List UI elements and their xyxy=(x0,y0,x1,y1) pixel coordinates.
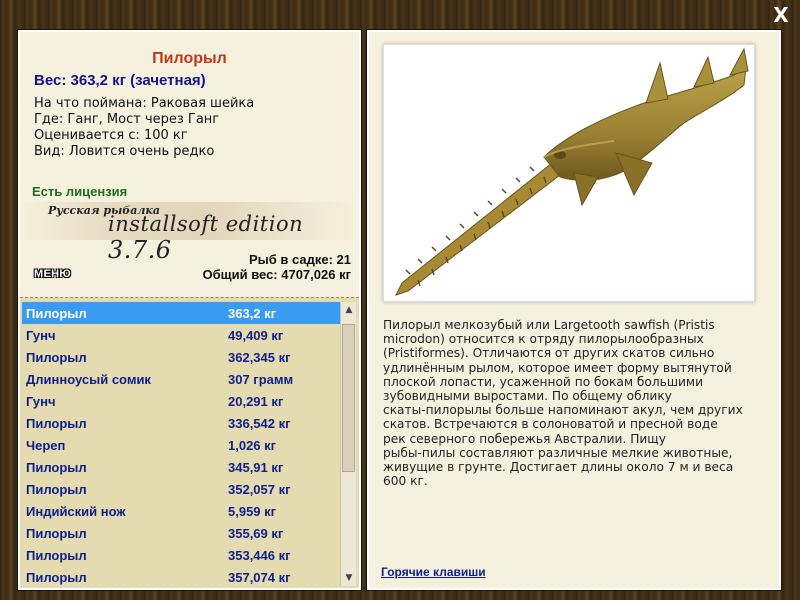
catch-row-name: Индийский нож xyxy=(26,504,126,519)
bait-info: На что поймана: Раковая шейка xyxy=(34,96,255,111)
description-line: microdon) относится к отряду пилорылообр… xyxy=(383,332,704,347)
fish-title: Пилорыл xyxy=(152,50,227,67)
catch-row[interactable]: Пилорыл 345,91 кг xyxy=(22,456,342,478)
description-line: (Pristiformes). Отличаются от других ска… xyxy=(383,346,715,361)
catch-row[interactable]: Гунч 49,409 кг xyxy=(22,324,342,346)
catch-row[interactable]: Череп 1,026 кг xyxy=(22,434,342,456)
description-line: рек северного побережья Австралии. Пищу xyxy=(383,431,666,446)
catch-row-weight: 1,026 кг xyxy=(228,438,277,453)
description-line: удлинённым рылом, которое имеет форму вы… xyxy=(383,360,732,375)
catch-row-name: Пилорыл xyxy=(26,526,87,541)
list-scrollbar[interactable]: ▲ ▼ xyxy=(340,302,356,586)
catch-row[interactable]: Пилорыл 352,057 кг xyxy=(22,478,342,500)
banner-version: 3.7.6 xyxy=(108,236,172,264)
catch-row-weight: 20,291 кг xyxy=(228,394,284,409)
description-line: 600 кг. xyxy=(383,474,428,489)
close-button[interactable]: X xyxy=(770,4,792,26)
catch-row-weight: 363,2 кг xyxy=(228,306,277,321)
location-info: Где: Ганг, Мост через Ганг xyxy=(34,112,220,127)
hotkeys-link[interactable]: Горячие клавиши xyxy=(381,565,486,579)
fish-image xyxy=(383,44,755,302)
rarity-info: Вид: Ловится очень редко xyxy=(34,144,215,159)
description-line: живущие в грунте. Достигает длины около … xyxy=(383,460,734,475)
catch-row[interactable]: Пилорыл 355,69 кг xyxy=(22,522,342,544)
catch-row-weight: 345,91 кг xyxy=(228,460,284,475)
catch-info-panel: Пилорыл Вес: 363,2 кг (зачетная) На что … xyxy=(18,30,361,590)
valued-info: Оценивается с: 100 кг xyxy=(34,128,188,143)
catch-row-weight: 5,959 кг xyxy=(228,504,277,519)
catch-row-name: Пилорыл xyxy=(26,416,87,431)
catch-row-weight: 353,446 кг xyxy=(228,548,291,563)
catch-row[interactable]: Гунч 20,291 кг xyxy=(22,390,342,412)
banner-edition-text: installsoft edition xyxy=(108,212,304,236)
scroll-thumb[interactable] xyxy=(342,324,355,472)
catch-row-name: Гунч xyxy=(26,328,56,343)
catch-row[interactable]: Пилорыл 362,345 кг xyxy=(22,346,342,368)
catch-row[interactable]: Индийский нож 5,959 кг xyxy=(22,500,342,522)
catch-row[interactable]: Пилорыл 353,446 кг xyxy=(22,544,342,566)
description-line: Пилорыл мелкозубый или Largetooth sawfis… xyxy=(383,318,715,332)
catch-row[interactable]: Пилорыл 336,542 кг xyxy=(22,412,342,434)
catch-row[interactable]: Пилорыл 357,074 кг xyxy=(22,566,342,588)
list-divider xyxy=(20,297,359,300)
catch-row-name: Череп xyxy=(26,438,66,453)
description-line: скаты-пилорылы больше напоминают акул, ч… xyxy=(383,403,743,418)
menu-button[interactable]: МЕНЮ xyxy=(34,268,78,282)
catch-row-weight: 336,542 кг xyxy=(228,416,291,431)
catch-row-name: Гунч xyxy=(26,394,56,409)
scroll-up-icon[interactable]: ▲ xyxy=(341,302,357,318)
catch-row-weight: 357,074 кг xyxy=(228,570,291,585)
catch-list: Пилорыл 363,2 кг Гунч 49,409 кг Пилорыл 362,3… xyxy=(20,297,359,588)
catch-row-weight: 362,345 кг xyxy=(228,350,291,365)
fish-detail-panel: Пилорыл мелкозубый или Largetooth sawfis… xyxy=(367,30,781,590)
description-line: плоской лопасти, усаженной по бокам боль… xyxy=(383,374,704,389)
edition-banner: Русская рыбалка installsoft edition 3.7.… xyxy=(20,202,359,264)
catch-row[interactable]: Пилорыл 363,2 кг xyxy=(22,302,342,324)
description-line: зубовидными выростами. По общему облику xyxy=(383,389,672,404)
catch-row-name: Длинноусый сомик xyxy=(26,372,151,387)
catch-row-name: Пилорыл xyxy=(26,460,87,475)
catch-row-name: Пилорыл xyxy=(26,482,87,497)
catch-row-name: Пилорыл xyxy=(26,570,87,585)
scroll-down-icon[interactable]: ▼ xyxy=(341,570,357,586)
total-weight: Общий вес: 4707,026 кг xyxy=(202,267,351,282)
catch-row-name: Пилорыл xyxy=(26,350,87,365)
catch-row[interactable]: Длинноусый сомик 307 грамм xyxy=(22,368,342,390)
description-line: рыбы-пилы составляют различные мелкие жи… xyxy=(383,445,733,460)
description-line: скатов. Встречаются в солоноватой и прес… xyxy=(383,417,718,432)
catch-list-rows: Пилорыл 363,2 кг Гунч 49,409 кг Пилорыл 362,3… xyxy=(22,302,342,588)
fish-in-cage: Рыб в садке: 21 xyxy=(248,252,351,267)
license-status: Есть лицензия xyxy=(32,184,128,199)
catch-row-name: Пилорыл xyxy=(26,548,87,563)
catch-row-name: Пилорыл xyxy=(26,306,87,321)
catch-row-weight: 49,409 кг xyxy=(228,328,284,343)
catch-row-weight: 355,69 кг xyxy=(228,526,284,541)
catch-row-weight: 307 грамм xyxy=(228,372,294,387)
fish-weight: Вес: 363,2 кг (зачетная) xyxy=(34,72,206,89)
sawfish-illustration xyxy=(395,47,749,296)
catch-row-weight: 352,057 кг xyxy=(228,482,291,497)
fish-description: Пилорыл мелкозубый или Largetooth sawfis… xyxy=(383,318,755,488)
